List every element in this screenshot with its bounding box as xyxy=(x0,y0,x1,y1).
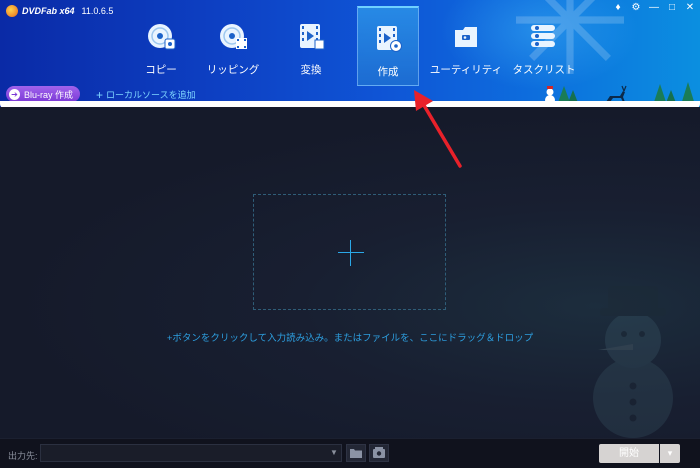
maximize-icon[interactable]: □ xyxy=(666,2,678,14)
main-workspace: +ボタンをクリックして入力読み込み。またはファイルを、ここにドラッグ＆ドロップ xyxy=(0,108,700,438)
app-logo: DVDFab x64 11.0.6.5 xyxy=(6,4,113,18)
tab-converter[interactable]: 変換 xyxy=(280,6,342,86)
pin-icon[interactable]: ♦ xyxy=(612,2,624,14)
tab-ripper[interactable]: リッピング xyxy=(202,6,264,86)
save-as-iso-button[interactable] xyxy=(369,444,389,462)
task-list-icon xyxy=(528,20,560,52)
film-convert-icon xyxy=(295,20,327,52)
output-path-field[interactable] xyxy=(40,444,342,462)
header-banner: DVDFab x64 11.0.6.5 ♦ ⚙ — □ ✕ コピー リッピング … xyxy=(0,0,700,107)
add-plus-icon xyxy=(338,252,364,253)
tab-ripper-label: リッピング xyxy=(206,64,260,76)
add-source-dropzone[interactable] xyxy=(253,194,446,310)
tab-utilities-label: ユーティリティ xyxy=(429,64,503,76)
add-local-source-button[interactable]: + ローカルソースを追加 xyxy=(96,88,196,101)
tab-copy-label: コピー xyxy=(145,64,177,76)
film-create-icon xyxy=(372,22,404,54)
close-icon[interactable]: ✕ xyxy=(684,2,696,14)
iso-icon xyxy=(373,447,385,458)
tab-creator[interactable]: 作成 xyxy=(357,6,419,86)
browse-folder-button[interactable] xyxy=(346,444,366,462)
tab-utilities[interactable]: ユーティリティ xyxy=(429,6,503,86)
disc-copy-icon xyxy=(145,20,177,52)
snow-decoration xyxy=(0,101,700,107)
toolbox-icon xyxy=(450,20,482,52)
bottom-bar: 出力先: ▼ 開始 ▾ xyxy=(0,438,700,468)
app-version: 11.0.6.5 xyxy=(81,6,114,16)
tab-copy[interactable]: コピー xyxy=(130,6,192,86)
start-options-chevron-icon[interactable]: ▾ xyxy=(660,444,680,463)
disc-rip-icon xyxy=(217,20,249,52)
plus-icon: + xyxy=(96,87,104,102)
snowman-decoration xyxy=(593,286,673,438)
bd-create-button[interactable]: ➔ Blu-ray 作成 xyxy=(6,86,81,102)
settings-icon[interactable]: ⚙ xyxy=(630,2,642,14)
minimize-icon[interactable]: — xyxy=(648,2,660,14)
arrow-right-icon: ➔ xyxy=(9,88,20,100)
app-name: DVDFab x64 xyxy=(22,6,75,16)
dvdfab-logo-icon xyxy=(6,5,18,17)
start-button[interactable]: 開始 xyxy=(599,444,659,463)
window-controls: ♦ ⚙ — □ ✕ xyxy=(612,2,696,14)
tab-converter-label: 変換 xyxy=(300,64,322,76)
annotation-arrow xyxy=(414,90,462,168)
folder-icon xyxy=(350,449,362,458)
chevron-down-icon[interactable]: ▼ xyxy=(330,448,338,457)
tab-creator-label: 作成 xyxy=(377,66,399,78)
output-label: 出力先: xyxy=(8,451,38,461)
add-source-label: ローカルソースを追加 xyxy=(106,90,196,100)
bd-create-label: Blu-ray 作成 xyxy=(24,89,74,100)
